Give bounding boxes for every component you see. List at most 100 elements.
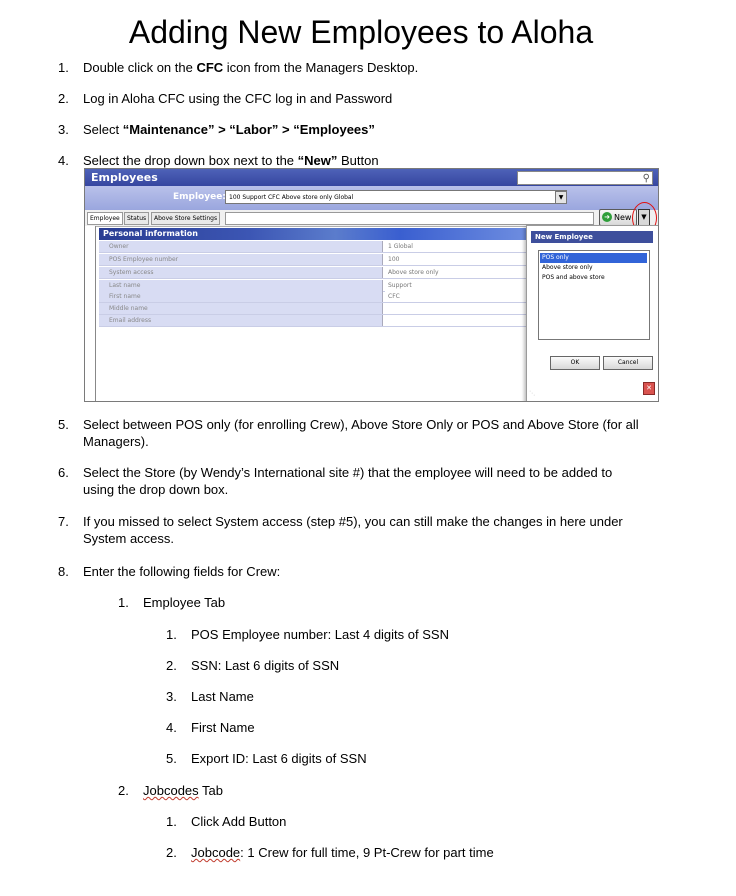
option-pos-only[interactable]: POS only <box>540 253 647 263</box>
step-5-number: 5. <box>58 417 69 432</box>
option-above-store-only[interactable]: Above store only <box>540 263 647 273</box>
sub-sub-item-number: 3. <box>166 689 177 704</box>
step-3-bold: “Maintenance” > “Labor” > “Employees” <box>122 122 375 137</box>
chevron-down-icon[interactable]: ▼ <box>555 191 567 204</box>
section-header: Personal information <box>99 228 529 240</box>
cancel-button[interactable]: Cancel <box>603 356 653 370</box>
sub-item-text: Tab <box>198 783 223 798</box>
close-icon[interactable]: ✕ <box>643 382 655 395</box>
step-6-line-1: Select the Store (by Wendy’s Internation… <box>83 465 613 480</box>
sub-sub-item-text: Click Add Button <box>191 814 287 829</box>
field-value[interactable]: Support <box>385 280 529 291</box>
sub-sub-item-number: 1. <box>166 627 177 642</box>
field-row-system-access: System access Above store only <box>99 267 529 279</box>
sub-sub-item-text: Export ID: Last 6 digits of SSN <box>191 751 367 766</box>
ok-button[interactable]: OK <box>550 356 600 370</box>
tab-status[interactable]: Status <box>124 212 150 225</box>
step-1: 1. Double click on the CFC icon from the… <box>58 59 418 76</box>
sub-sub-item: 4. First Name <box>166 719 255 736</box>
field-row-middle-name: Middle name <box>99 303 529 315</box>
sub-sub-item: 2. Jobcode: 1 Crew for full time, 9 Pt-C… <box>166 844 494 861</box>
employees-window-screenshot: Employees ⚲ Employee: 100 Support CFC Ab… <box>84 168 659 402</box>
go-arrow-icon: ➜ <box>602 212 612 222</box>
step-7: 7. If you missed to select System access… <box>58 513 623 546</box>
step-6-number: 6. <box>58 465 69 480</box>
step-6: 6. Select the Store (by Wendy’s Internat… <box>58 464 612 497</box>
step-3-text: Select <box>83 122 123 137</box>
sub-sub-item-number: 5. <box>166 751 177 766</box>
step-5-line-2: Managers). <box>83 434 149 449</box>
sub-sub-item-number: 2. <box>166 845 177 860</box>
step-4-text-b: Button <box>337 153 379 168</box>
sub-sub-item-text: SSN: Last 6 digits of SSN <box>191 658 340 673</box>
search-box[interactable]: ⚲ <box>517 171 653 185</box>
field-label: Last name <box>99 280 383 291</box>
step-2: 2. Log in Aloha CFC using the CFC log in… <box>58 90 392 107</box>
employee-selector-bar: Employee: 100 Support CFC Above store on… <box>85 186 658 210</box>
field-label: Owner <box>99 241 383 252</box>
document-title: Adding New Employees to Aloha <box>128 14 594 50</box>
tab-above-store-settings[interactable]: Above Store Settings <box>151 212 221 225</box>
sub-sub-item-text: POS Employee number: Last 4 digits of SS… <box>191 627 449 642</box>
new-button-label: New <box>614 213 632 222</box>
sub-item-jobcodes-tab: 2. Jobcodes Tab <box>118 782 223 799</box>
step-1-bold: CFC <box>196 60 224 75</box>
field-value[interactable]: 1 Global <box>385 241 529 252</box>
field-value[interactable]: Above store only <box>385 267 529 278</box>
option-pos-and-above-store[interactable]: POS and above store <box>540 273 647 283</box>
tab-strip-filler <box>225 212 594 225</box>
sub-item-text: Employee Tab <box>143 595 226 610</box>
step-3-number: 3. <box>58 122 69 137</box>
sub-item-number: 1. <box>118 595 129 610</box>
field-row-email-address: Email address <box>99 315 529 327</box>
sub-item-employee-tab: 1. Employee Tab <box>118 594 225 611</box>
sub-sub-item: 5. Export ID: Last 6 digits of SSN <box>166 750 367 767</box>
field-value[interactable]: 100 <box>385 254 529 265</box>
sub-sub-item-text: : 1 Crew for full time, 9 Pt-Crew for pa… <box>240 845 494 860</box>
field-row-pos-employee-number: POS Employee number 100 <box>99 254 529 266</box>
left-strip <box>85 226 96 401</box>
sub-sub-item: 2. SSN: Last 6 digits of SSN <box>166 657 339 674</box>
field-row-first-name: First name CFC <box>99 291 529 303</box>
sub-sub-item: 1. Click Add Button <box>166 813 286 830</box>
window-titlebar: Employees ⚲ <box>85 169 658 186</box>
step-1-number: 1. <box>58 60 69 75</box>
step-6-line-2: using the drop down box. <box>83 482 229 497</box>
new-employee-dialog: New Employee POS only Above store only P… <box>526 225 658 401</box>
access-option-list: POS only Above store only POS and above … <box>538 250 650 340</box>
step-1-text-a: Double click on the <box>83 60 197 75</box>
dialog-title: New Employee <box>531 231 653 243</box>
field-value[interactable] <box>385 303 529 314</box>
sub-sub-item-number: 2. <box>166 658 177 673</box>
employee-label: Employee: <box>173 192 226 202</box>
step-4-bold: “New” <box>297 153 338 168</box>
field-value[interactable] <box>385 315 529 326</box>
employee-select[interactable]: 100 Support CFC Above store only Global <box>225 190 567 204</box>
step-7-line-2: System access. <box>83 531 175 546</box>
field-label: First name <box>99 291 383 302</box>
step-8-text: Enter the following fields for Crew: <box>83 564 281 579</box>
step-8: 8. Enter the following fields for Crew: <box>58 563 280 580</box>
field-label: Email address <box>99 315 383 326</box>
field-label: Middle name <box>99 303 383 314</box>
field-row-owner: Owner 1 Global <box>99 241 529 253</box>
sub-sub-item: 3. Last Name <box>166 688 254 705</box>
window-title: Employees <box>91 171 158 184</box>
step-4: 4. Select the drop down box next to the … <box>58 152 379 169</box>
sub-sub-item-text: First Name <box>191 720 255 735</box>
step-2-text: Log in Aloha CFC using the CFC log in an… <box>83 91 393 106</box>
search-icon: ⚲ <box>642 173 650 184</box>
sub-sub-item-text: Last Name <box>191 689 254 704</box>
field-label: POS Employee number <box>99 254 383 265</box>
step-1-text-b: icon from the Managers Desktop. <box>223 60 419 75</box>
resize-grip-icon[interactable]: ⋱ <box>529 390 535 397</box>
step-3: 3. Select “Maintenance” > “Labor” > “Emp… <box>58 121 375 138</box>
step-2-number: 2. <box>58 91 69 106</box>
step-4-number: 4. <box>58 153 69 168</box>
field-value[interactable]: CFC <box>385 291 529 302</box>
tab-employee[interactable]: Employee <box>87 212 123 225</box>
sub-sub-item-number: 1. <box>166 814 177 829</box>
step-5: 5. Select between POS only (for enrollin… <box>58 416 639 449</box>
field-label: System access <box>99 267 383 278</box>
step-5-line-1: Select between POS only (for enrolling C… <box>83 417 639 432</box>
